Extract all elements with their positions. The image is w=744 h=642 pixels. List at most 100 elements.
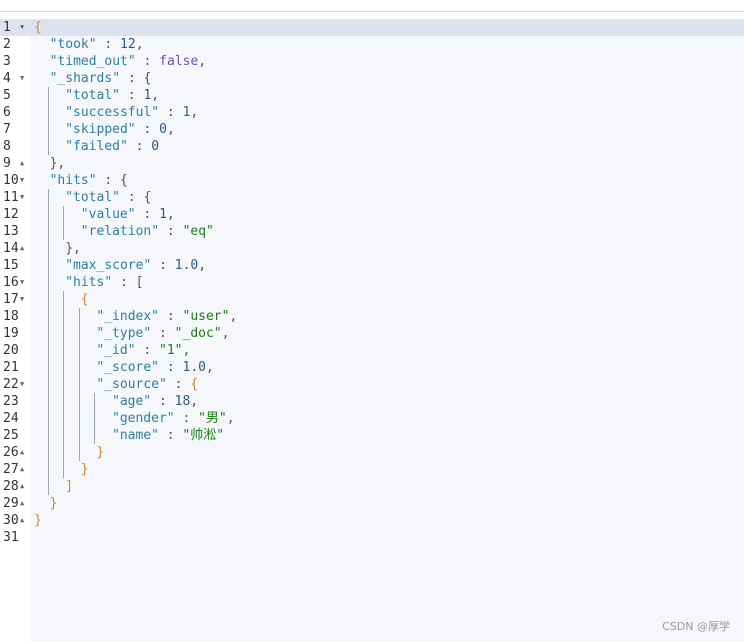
code-line[interactable]: 19 "_type" : "_doc", — [0, 325, 744, 342]
indent-guide — [47, 427, 49, 444]
fold-caret-down-icon[interactable]: ▼ — [20, 376, 24, 393]
watermark: CSDN @厚学 — [662, 620, 730, 633]
indent-guide — [63, 223, 65, 240]
top-bar — [0, 0, 744, 12]
code-line[interactable]: 5 "total" : 1, — [0, 87, 744, 104]
fold-caret-down-icon[interactable]: ▼ — [20, 70, 24, 87]
indent-guide — [63, 393, 65, 410]
fold-caret-down-icon[interactable]: ▼ — [20, 291, 24, 308]
token-punc: }, — [49, 156, 66, 171]
token-punc: : — [96, 37, 121, 52]
token-key: "gender" — [112, 411, 175, 426]
indent-guide — [47, 393, 49, 410]
code-line[interactable]: 24 "gender" : "男", — [0, 410, 744, 427]
token-key: "_type" — [96, 326, 152, 341]
line-number: 25 — [3, 428, 19, 443]
code-line[interactable]: 22 ▼ "_source" : { — [0, 376, 744, 393]
fold-caret-down-icon[interactable]: ▼ — [20, 172, 24, 189]
code-line[interactable]: 31 — [0, 529, 744, 546]
fold-caret-down-icon[interactable]: ▼ — [20, 274, 24, 291]
line-number: 12 — [3, 207, 19, 222]
code-line[interactable]: 9 ▲}, — [0, 155, 744, 172]
token-key: "name" — [112, 428, 159, 443]
token-punc: : — [159, 224, 183, 239]
code-text: "value" : 1, — [81, 206, 175, 223]
token-key: "_id" — [96, 343, 136, 358]
indent-guide — [47, 138, 49, 155]
code-line[interactable]: 30 ▲} — [0, 512, 744, 529]
fold-caret-up-icon[interactable]: ▲ — [20, 444, 24, 461]
line-number: 3 — [3, 54, 11, 69]
token-str: "eq" — [182, 224, 214, 239]
fold-caret-down-icon[interactable]: ▼ — [20, 19, 24, 36]
token-brace: ] — [65, 479, 74, 494]
token-punc: : — [119, 190, 144, 205]
token-brace: { — [34, 20, 42, 35]
token-punc: , — [205, 360, 214, 375]
code-line[interactable]: 15 "max_score" : 1.0, — [0, 257, 744, 274]
token-key: "total" — [65, 88, 120, 103]
code-line[interactable]: 21 "_score" : 1.0, — [0, 359, 744, 376]
token-brace: { — [190, 377, 199, 392]
code-line[interactable]: 10 ▼ "hits" : { — [0, 172, 744, 189]
line-number: 20 — [3, 343, 19, 358]
token-key: "took" — [49, 37, 97, 52]
fold-caret-up-icon[interactable]: ▲ — [20, 461, 24, 478]
token-punc: : — [127, 139, 152, 154]
fold-caret-up-icon[interactable]: ▲ — [20, 512, 24, 529]
code-line[interactable]: 6 "successful" : 1, — [0, 104, 744, 121]
code-line[interactable]: 7 "skipped" : 0, — [0, 121, 744, 138]
code-line[interactable]: 8 "failed" : 0 — [0, 138, 744, 155]
token-punc: : — [96, 173, 121, 188]
code-line[interactable]: 16 ▼ "hits" : [ — [0, 274, 744, 291]
token-key: "relation" — [80, 224, 160, 239]
fold-caret-up-icon[interactable]: ▲ — [20, 240, 24, 257]
token-punc: , — [190, 105, 199, 120]
code-text: "_index" : "user", — [96, 308, 237, 325]
code-line[interactable]: 29 ▲} — [0, 495, 744, 512]
code-text: "_type" : "_doc", — [96, 325, 229, 342]
line-number: 19 — [3, 326, 19, 341]
code-line[interactable]: 20 "_id" : "1", — [0, 342, 744, 359]
indent-guide — [47, 104, 49, 121]
token-num: 12 — [120, 37, 136, 52]
code-line[interactable]: 3 "timed_out" : false, — [0, 53, 744, 70]
token-punc: , — [221, 326, 230, 341]
token-key: "total" — [65, 190, 120, 205]
token-key: "_shards" — [49, 71, 121, 86]
code-line[interactable]: 26 ▲} — [0, 444, 744, 461]
indent-guide — [47, 257, 49, 274]
indent-guide — [78, 393, 80, 410]
code-line[interactable]: 4 ▼ "_shards" : { — [0, 70, 744, 87]
code-line[interactable]: 17 ▼{ — [0, 291, 744, 308]
fold-caret-up-icon[interactable]: ▲ — [20, 495, 24, 512]
token-str: "1" — [159, 343, 183, 358]
fold-caret-down-icon[interactable]: ▼ — [20, 189, 24, 206]
code-line[interactable]: 27 ▲} — [0, 461, 744, 478]
token-punc: , — [151, 88, 160, 103]
code-line[interactable]: 28 ▲] — [0, 478, 744, 495]
fold-caret-up-icon[interactable]: ▲ — [20, 478, 24, 495]
code-line[interactable]: 18 "_index" : "user", — [0, 308, 744, 325]
code-line[interactable]: 25 "name" : "帅淞" — [0, 427, 744, 444]
token-key: "successful" — [65, 105, 160, 120]
code-line[interactable]: 1 ▼{ — [0, 19, 744, 36]
indent-guide — [47, 206, 49, 223]
code-line[interactable]: 2 "took" : 12, — [0, 36, 744, 53]
indent-guide — [47, 359, 49, 376]
token-key: "skipped" — [65, 122, 136, 137]
token-key: "age" — [112, 394, 152, 409]
code-line[interactable]: 12 "value" : 1, — [0, 206, 744, 223]
code-line[interactable]: 13 "relation" : "eq" — [0, 223, 744, 240]
line-number: 21 — [3, 360, 19, 375]
token-punc: : — [112, 275, 136, 290]
token-punc: : — [135, 122, 160, 137]
code-line[interactable]: 14 ▲}, — [0, 240, 744, 257]
token-punc: : — [151, 326, 175, 341]
code-line[interactable]: 11 ▼ "total" : { — [0, 189, 744, 206]
fold-caret-up-icon[interactable]: ▲ — [20, 155, 24, 172]
response-editor[interactable]: 1 ▼{2 "took" : 12, 3 "timed_out" : false, 4 ▼ "… — [0, 19, 744, 642]
line-number: 13 — [3, 224, 19, 239]
token-punc: { — [143, 71, 152, 86]
code-line[interactable]: 23 "age" : 18, — [0, 393, 744, 410]
